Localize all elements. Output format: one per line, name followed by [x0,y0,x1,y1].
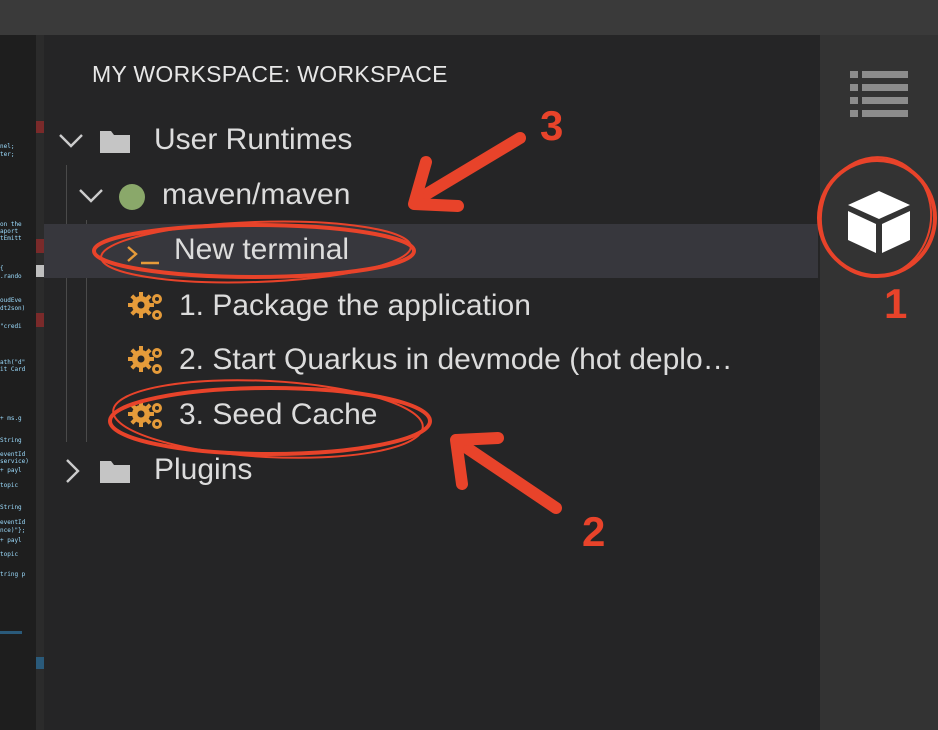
annotation-number: 2 [582,508,606,555]
tree-item-runtime[interactable]: maven/maven [44,169,818,223]
tree-item-command[interactable]: 3. Seed Cache [44,389,818,443]
tree-item-label: New terminal [174,233,350,266]
tree-item-label: 3. Seed Cache [179,398,378,431]
tree-item-label: Plugins [154,453,253,486]
list-icon[interactable] [850,71,910,117]
minimap[interactable] [36,35,44,730]
gears-icon [128,401,162,429]
panel-title: MY WORKSPACE: WORKSPACE [92,61,448,87]
folder-icon [100,461,130,483]
tree-item-label: 2. Start Quarkus in devmode (hot deplo… [179,343,733,376]
workspace-panel: MY WORKSPACE: WORKSPACE User Runtimes ma… [44,35,820,730]
tree-item-label: 1. Package the application [179,289,531,322]
window-top-bar [0,0,938,35]
tree-item-plugins[interactable]: Plugins [44,444,818,498]
annotation-number: 1 [884,280,908,327]
gears-icon [128,346,162,374]
gears-icon [128,292,162,320]
chevron-right-icon [66,459,80,483]
cube-icon[interactable] [842,187,916,257]
terminal-icon [127,246,159,265]
chevron-down-icon [79,189,103,203]
tree-item-command[interactable]: 1. Package the application [44,280,818,334]
tree-item-command[interactable]: 2. Start Quarkus in devmode (hot deplo… [44,334,818,388]
tree-item-new-terminal[interactable]: New terminal [44,224,818,278]
folder-icon [100,131,130,153]
activity-bar [820,35,938,730]
annotation-number: 3 [540,102,564,149]
running-status-icon [119,184,145,210]
editor-preview-strip: nel; ter; on the aport tEmitt { .rando o… [0,35,44,730]
tree-item-label: User Runtimes [154,123,353,156]
chevron-down-icon [59,134,83,148]
tree-item-user-runtimes[interactable]: User Runtimes [44,114,818,168]
tree-item-label: maven/maven [162,178,351,211]
